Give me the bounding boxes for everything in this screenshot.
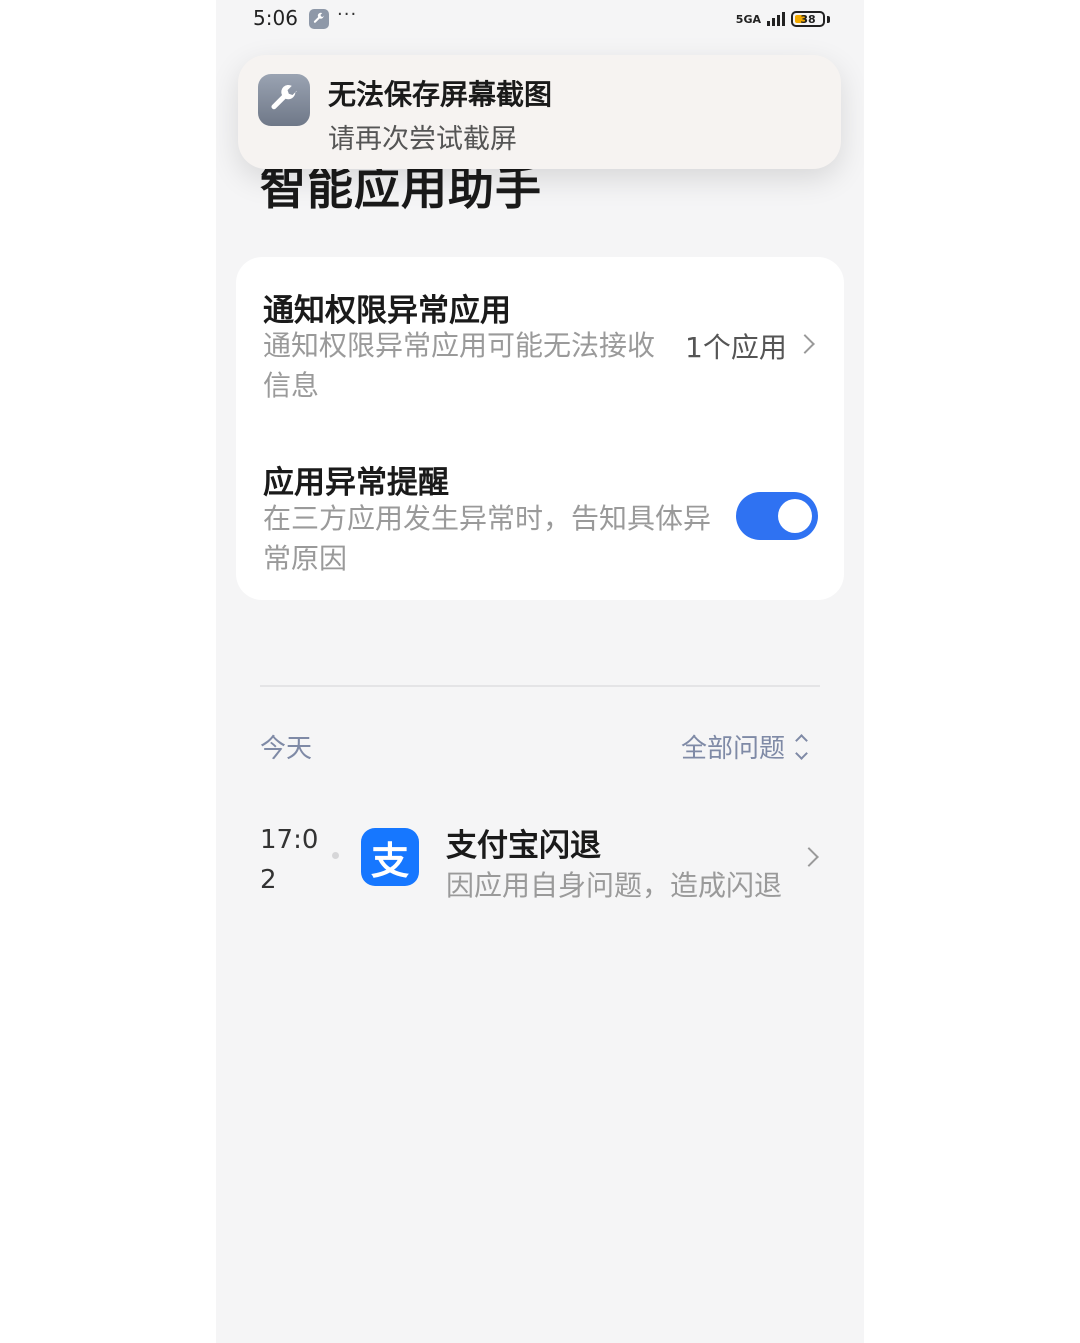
- wrench-icon: [309, 9, 329, 29]
- toast-subtitle: 请再次尝试截屏: [328, 124, 517, 155]
- divider: [260, 685, 820, 687]
- more-notifications-icon: ···: [337, 4, 358, 25]
- sort-updown-icon: [795, 733, 808, 760]
- status-time: 5:06: [253, 6, 298, 30]
- filter-label: 全部问题: [681, 734, 786, 764]
- screenshot-failed-toast[interactable]: 无法保存屏幕截图 请再次尝试截屏: [238, 55, 841, 169]
- status-indicators: 5GA 38: [736, 8, 830, 30]
- section-label-today: 今天: [260, 734, 313, 764]
- chevron-right-icon: [799, 847, 819, 867]
- notify-permission-row[interactable]: 通知权限异常应用 通知权限异常应用可能无法接收信息 1个应用: [236, 257, 844, 427]
- notify-permission-title: 通知权限异常应用: [263, 293, 511, 329]
- event-list-item[interactable]: 17:02 支 支付宝闪退 因应用自身问题，造成闪退: [216, 800, 864, 910]
- notify-permission-description: 通知权限异常应用可能无法接收信息: [263, 329, 656, 402]
- wrench-icon: [258, 74, 310, 126]
- battery-icon: 38: [791, 11, 825, 27]
- settings-card: 通知权限异常应用 通知权限异常应用可能无法接收信息 1个应用 应用异常提醒 在三…: [236, 257, 844, 600]
- event-description: 因应用自身问题，造成闪退: [446, 869, 783, 902]
- toast-title: 无法保存屏幕截图: [328, 78, 553, 111]
- phone-screen: 5:06 ··· 5GA 38 智能应用助手 无法保存屏幕截图 请再次尝试截屏 …: [216, 0, 864, 1343]
- signal-icon: [767, 12, 785, 26]
- timeline-dot: [332, 852, 339, 859]
- event-title: 支付宝闪退: [446, 828, 601, 864]
- notify-permission-count: 1个应用: [685, 331, 787, 364]
- event-time: 17:02: [260, 825, 319, 895]
- network-type: 5GA: [735, 12, 761, 26]
- app-exception-alert-description: 在三方应用发生异常时，告知具体异常原因: [263, 502, 712, 575]
- chevron-right-icon: [795, 334, 815, 354]
- app-exception-alert-toggle[interactable]: [736, 492, 818, 540]
- toggle-knob: [778, 499, 812, 533]
- issue-filter-dropdown[interactable]: 全部问题: [681, 728, 808, 765]
- status-bar: 5:06 ··· 5GA 38: [216, 0, 864, 40]
- battery-level: 38: [800, 12, 816, 26]
- app-exception-alert-title: 应用异常提醒: [263, 465, 449, 501]
- alipay-app-icon: 支: [361, 828, 419, 886]
